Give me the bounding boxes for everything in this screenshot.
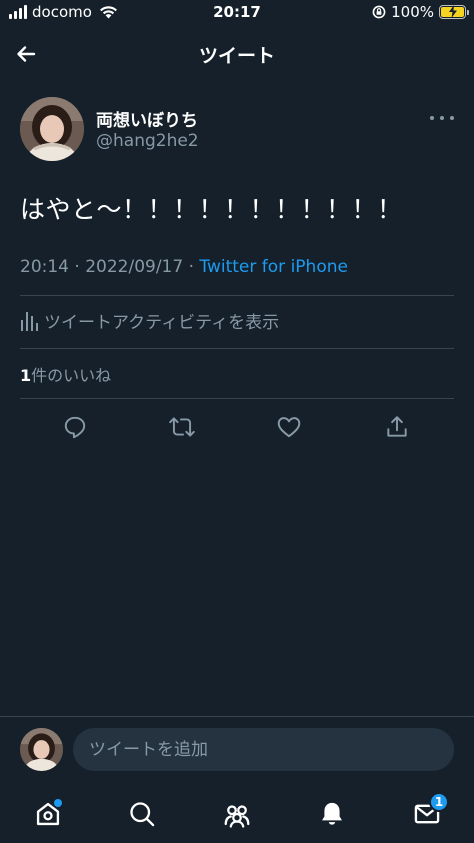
tweet-timestamp: 20:14 · 2022/09/17 · bbox=[20, 257, 200, 277]
share-button[interactable] bbox=[382, 412, 412, 442]
tweet-meta: 20:14 · 2022/09/17 · Twitter for iPhone bbox=[20, 257, 348, 277]
divider bbox=[20, 295, 454, 296]
author-avatar[interactable] bbox=[20, 97, 84, 161]
tab-search[interactable] bbox=[122, 794, 162, 834]
retweet-icon bbox=[169, 417, 195, 437]
battery-percentage: 100% bbox=[391, 3, 434, 21]
bell-icon bbox=[322, 802, 342, 825]
more-dot-icon bbox=[440, 116, 444, 120]
divider bbox=[20, 348, 454, 349]
orientation-lock-icon bbox=[372, 5, 386, 19]
tab-home[interactable] bbox=[28, 794, 68, 834]
retweet-button[interactable] bbox=[167, 412, 197, 442]
tweet-source-link[interactable]: Twitter for iPhone bbox=[199, 257, 348, 277]
unread-messages-badge: 1 bbox=[429, 792, 449, 812]
new-content-dot bbox=[54, 799, 62, 807]
page-title: ツイート bbox=[198, 45, 275, 67]
status-bar: docomo 20:17 100% bbox=[0, 0, 474, 26]
tab-communities[interactable] bbox=[217, 794, 257, 834]
view-tweet-activity-button[interactable]: ツイートアクティビティを表示 bbox=[20, 308, 279, 333]
user-avatar[interactable] bbox=[20, 728, 63, 771]
likes-count-link[interactable]: 1件のいいね bbox=[20, 362, 111, 386]
likes-count: 1 bbox=[20, 366, 32, 385]
reply-icon bbox=[64, 416, 86, 439]
status-right: 100% bbox=[372, 3, 469, 21]
heart-icon bbox=[277, 417, 301, 438]
divider bbox=[20, 398, 454, 399]
analytics-bars-icon bbox=[21, 311, 38, 331]
reply-input[interactable] bbox=[73, 728, 454, 771]
tweet-detail-screen: docomo 20:17 100% ツイート 両想いぼりち @hang2he2 … bbox=[0, 0, 474, 843]
search-icon bbox=[130, 802, 155, 827]
more-dot-icon bbox=[430, 116, 434, 120]
tweet-text: はやと〜！！！！！！！！！！！ bbox=[20, 195, 403, 224]
reply-button[interactable] bbox=[60, 412, 90, 442]
communities-icon bbox=[224, 805, 250, 828]
share-icon bbox=[387, 416, 407, 437]
battery-icon bbox=[439, 5, 469, 19]
more-options-button[interactable] bbox=[430, 110, 454, 126]
tab-notifications[interactable] bbox=[312, 794, 352, 834]
tweet-action-bar bbox=[0, 412, 474, 442]
author-name[interactable]: 両想いぼりち bbox=[96, 106, 198, 131]
author-handle[interactable]: @hang2he2 bbox=[96, 131, 199, 151]
likes-label: 件のいいね bbox=[31, 366, 112, 385]
bottom-tab-bar: 1 bbox=[0, 786, 474, 843]
reply-composer bbox=[0, 716, 474, 782]
charging-bolt-icon bbox=[449, 5, 457, 18]
more-dot-icon bbox=[450, 116, 454, 120]
tab-messages[interactable]: 1 bbox=[407, 792, 449, 834]
navigation-header: ツイート bbox=[0, 28, 474, 78]
activity-label: ツイートアクティビティを表示 bbox=[44, 313, 280, 333]
like-button[interactable] bbox=[274, 412, 304, 442]
